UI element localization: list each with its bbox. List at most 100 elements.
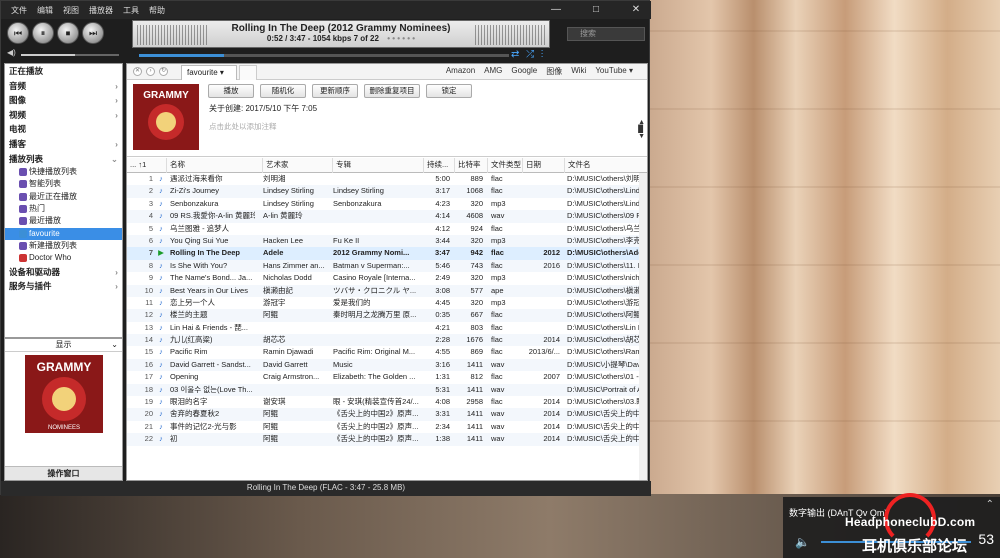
volume-slider[interactable] (21, 54, 119, 56)
table-row[interactable]: ♪ 6 You Qing Sui Yue Hacken Lee Fu Ke II 3:44… (127, 234, 645, 248)
sidebar-playlist-item[interactable]: 新建播放列表 (5, 240, 122, 252)
speaker-icon[interactable]: 🔈 (795, 535, 810, 549)
stop-button[interactable]: ⏹ (57, 22, 79, 44)
new-tab-button[interactable] (239, 65, 257, 80)
chevron-down-icon[interactable]: ⌄ (111, 339, 118, 351)
table-row[interactable]: ♪ 17 Opening Craig Armstron... Elizabeth: Th… (127, 371, 645, 383)
update-order-button[interactable]: 更新顺序 (312, 84, 358, 98)
minimize-button[interactable]: — (541, 1, 571, 19)
table-row[interactable]: ♪ 2 Zi-Zi's Journey Lindsey Stirling Lindsey… (127, 185, 645, 198)
link-amg[interactable]: AMG (484, 66, 502, 77)
link-youtube[interactable]: YouTube ▾ (595, 66, 633, 77)
created-date: 关于创建: 2017/5/10 下午 7:05 (209, 104, 318, 113)
lock-button[interactable]: 锁定 (426, 84, 472, 98)
link-amazon[interactable]: Amazon (446, 66, 475, 77)
track-list-scrollbar[interactable] (639, 173, 647, 480)
table-row[interactable]: ♪ 18 03 이울수 없는(Love Th... 5:31 1411 wav D:\MUS… (127, 383, 642, 397)
sidebar-podcasts[interactable]: 播客 › (5, 137, 122, 152)
col-date[interactable]: 日期 (523, 158, 565, 173)
menu-file[interactable]: 文件 (11, 5, 27, 16)
seek-bar[interactable] (139, 54, 509, 57)
col-name[interactable]: 名称 (167, 158, 263, 173)
col-artist[interactable]: 艺术家 (263, 158, 333, 173)
cell-ty: mp3 (491, 198, 506, 208)
playback-mode-icons[interactable]: ⇄ ⤮ ⫶ (511, 49, 545, 60)
cell-b: 667 (470, 310, 483, 320)
sidebar-tv[interactable]: 电视 (5, 122, 122, 137)
sidebar-playlist-item[interactable]: 最近正在播放 (5, 191, 122, 203)
table-row[interactable]: ♪ 1 遇派过海来看你 刘明湘 5:00 889 flac D:\MUSIC\others\刘… (127, 173, 645, 185)
table-row[interactable]: ♪ 11 恋上另一个人 游冠宇 爱是我们的 4:45 320 mp3 D:\MUSIC\othe… (127, 297, 645, 309)
sidebar-playlist-item[interactable]: Doctor Who (5, 252, 122, 264)
chevron-up-icon[interactable]: ⌃ (986, 499, 994, 510)
table-row[interactable]: ♪ 5 乌兰图雅 - 追梦人 4:12 924 flac D:\MUSIC\others\乌… (127, 223, 645, 235)
music-note-icon: ♪ (159, 347, 163, 357)
link-wiki[interactable]: Wiki (571, 66, 586, 77)
remove-duplicates-button[interactable]: 删除重复项目 (364, 84, 420, 98)
link-google[interactable]: Google (511, 66, 537, 77)
forward-icon[interactable]: › (146, 67, 155, 76)
table-row[interactable]: ♪ 16 David Garrett - Sandst... David Garret… (127, 358, 645, 372)
table-row[interactable]: ♪ 4 09 RS.我愛你-A-lin 黄麗玲 A-lin 黄麗玲 4:14 4608 wa… (127, 210, 645, 223)
table-row[interactable]: ♪ 22 初 阿鲲 《舌尖上的中国2》原声... 1:38 1411 wav 2014 D:\MU… (127, 433, 645, 446)
sidebar-devices[interactable]: 设备和驱动器 › (5, 265, 122, 280)
col-type[interactable]: 文件类型 (488, 158, 523, 173)
sidebar-playlist-item[interactable]: 智能列表 (5, 178, 122, 190)
table-row[interactable]: ♪ 12 楼兰的主题 阿鲲 秦时明月之龙腾万里 原... 0:35 667 flac D:\MU… (127, 309, 645, 322)
sidebar-playlist-item[interactable]: 热门 (5, 203, 122, 215)
action-window-button[interactable]: 操作窗口 (5, 466, 122, 480)
col-number[interactable]: ... ↑1 (127, 158, 167, 173)
sidebar-playlist-item[interactable]: 最近播放 (5, 215, 122, 227)
cell-b: 1676 (466, 335, 483, 345)
table-row[interactable]: ♪ 10 Best Years in Our Lives 槇濑由記 ツバサ・クロニクル … (127, 284, 645, 297)
link-images[interactable]: 图像 (546, 66, 562, 77)
previous-button[interactable]: ⏮ (7, 22, 29, 44)
art-panel-header[interactable]: 显示 ⌄ (5, 339, 122, 352)
sidebar-playlist-item[interactable]: 快捷播放列表 (5, 166, 122, 178)
maximize-button[interactable]: □ (581, 1, 611, 19)
notes-scroll-icon[interactable]: ▲ █ ▼ (638, 119, 645, 140)
shuffle-button[interactable]: 随机化 (260, 84, 306, 98)
table-row[interactable]: ♪ 19 眼泪的名字 谢安琪 眼 - 安琪(精装宣传首24/... 4:08 2958 fla… (127, 396, 645, 408)
sidebar-video[interactable]: 视频 › (5, 108, 122, 123)
refresh-icon[interactable]: ↻ (159, 67, 168, 76)
menu-edit[interactable]: 编辑 (37, 5, 53, 16)
sidebar-services[interactable]: 服务与插件 › (5, 279, 122, 294)
cell-da (522, 384, 562, 396)
table-row[interactable]: ♪ 3 Senbonzakura Lindsey Stirling Senbonzaku… (127, 198, 645, 210)
menu-view[interactable]: 视图 (63, 5, 79, 16)
table-row[interactable]: ♪ 20 舍弃的春夏秋2 阿鲲 《舌尖上的中国2》原声... 3:31 1411 wav 201… (127, 408, 645, 421)
menu-help[interactable]: 帮助 (149, 5, 165, 16)
table-row[interactable]: ▶ 7 Rolling In The Deep Adele 2012 Grammy No… (127, 247, 645, 260)
sidebar-images[interactable]: 图像 › (5, 93, 122, 108)
tab-favourite[interactable]: favourite ▾ (181, 65, 237, 80)
menu-tools[interactable]: 工具 (123, 5, 139, 16)
table-row[interactable]: ♪ 13 Lin Hai & Friends - 琵... 4:21 803 flac D:… (127, 322, 645, 334)
back-icon[interactable]: ✕ (133, 67, 142, 76)
table-row[interactable]: ♪ 14 九儿(红高粱) 胡芯芯 2:28 1676 flac 2014 D:\MUSIC\ot… (127, 334, 645, 347)
table-row[interactable]: ♪ 21 事件的记忆2-光与影 阿鲲 《舌尖上的中国2》原声... 2:34 1411 wav… (127, 421, 645, 433)
cell-b: 577 (470, 285, 483, 295)
sidebar-audio[interactable]: 音频 › (5, 79, 122, 94)
search-input[interactable]: 搜索 (567, 27, 645, 41)
col-filename[interactable]: 文件名 (565, 158, 647, 173)
speaker-icon[interactable]: ◀) (7, 48, 16, 57)
notes-field[interactable]: 点击此处以添加注释 (209, 121, 277, 132)
sidebar-now-playing[interactable]: 正在播放 (5, 64, 122, 79)
table-row[interactable]: ♪ 8 Is She With You? Hans Zimmer an... Batma… (127, 259, 644, 273)
col-duration[interactable]: 持续... (424, 158, 455, 173)
col-album[interactable]: 专辑 (333, 158, 424, 173)
cell-al: 《舌尖上的中国2》原声... (333, 409, 419, 419)
next-button[interactable]: ⏭ (82, 22, 104, 44)
play-button[interactable]: 播放 (208, 84, 254, 98)
cell-d: 5:46 (435, 260, 450, 270)
cell-t: David Garrett - Sandst... (170, 359, 251, 369)
table-row[interactable]: ♪ 15 Pacific Rim Ramin Djawadi Pacific Rim: … (127, 346, 645, 358)
close-button[interactable]: ✕ (621, 1, 651, 19)
sidebar-playlist-item[interactable]: favourite (5, 227, 122, 240)
menu-player[interactable]: 播放器 (89, 5, 113, 16)
table-row[interactable]: ♪ 9 The Name's Bond... Ja... Nicholas Dodd C… (127, 272, 645, 284)
col-bitrate[interactable]: 比特率 (455, 158, 488, 173)
sidebar-playlists[interactable]: 播放列表 ⌄ (5, 152, 122, 167)
pause-button[interactable]: ⏸ (32, 22, 54, 44)
